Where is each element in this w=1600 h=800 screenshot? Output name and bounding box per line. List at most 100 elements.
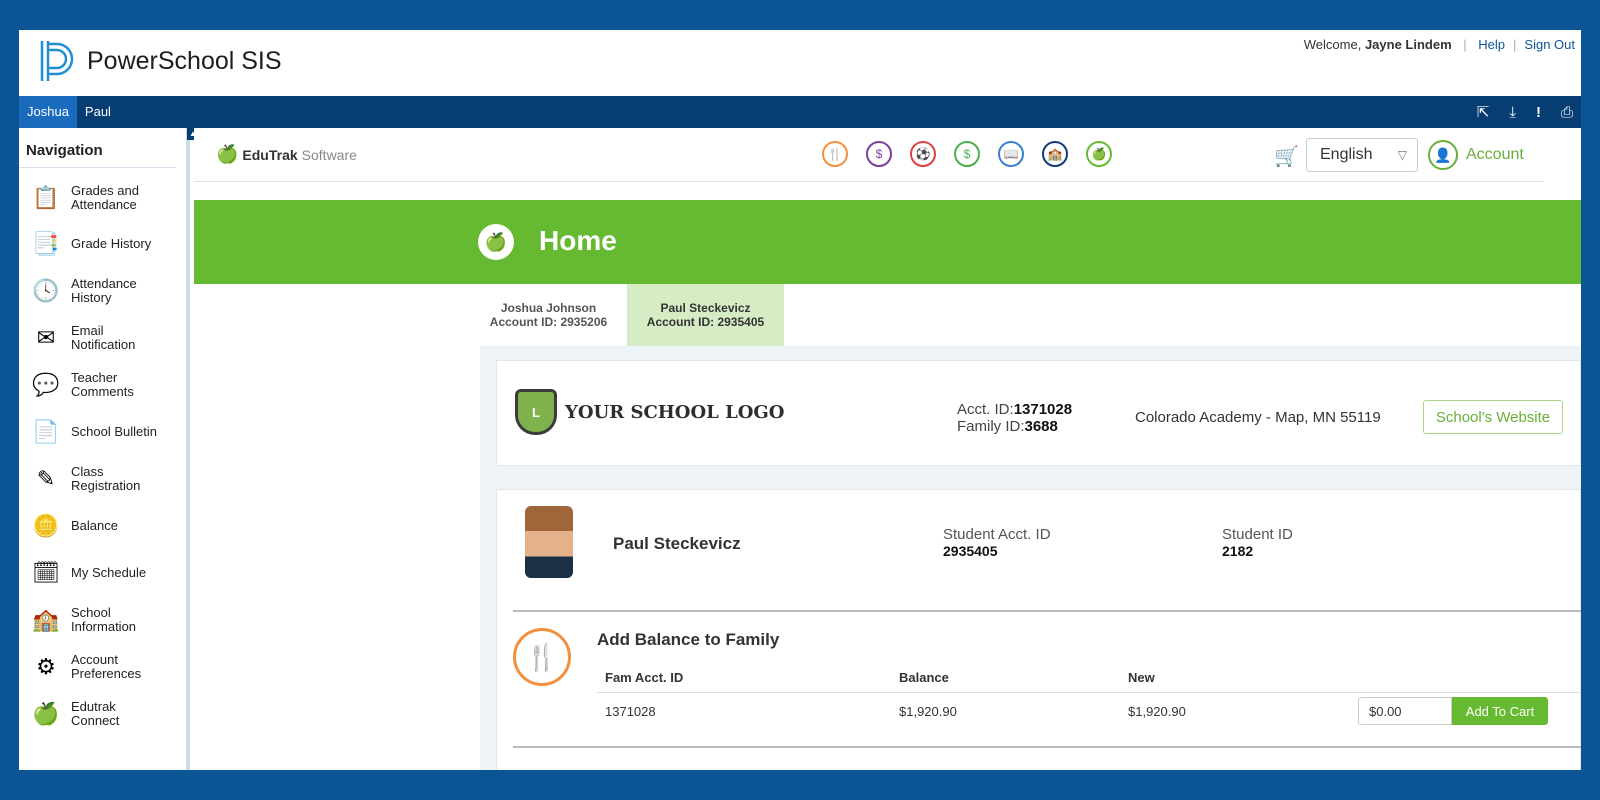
registration-icon: ✎	[36, 466, 56, 491]
school-logo: L YOUR SCHOOL LOGO	[515, 389, 784, 435]
balance-icon: 🪙	[32, 513, 60, 538]
sidebar-item-label: Grades and Attendance	[71, 183, 139, 212]
toolbar-icons: ⇱ ⤓ ! ⎙	[1477, 96, 1573, 128]
sidebar: ▲ Navigation 📋 Grades and Attendance 📑 G…	[19, 128, 199, 770]
bulletin-icon: 📄	[32, 419, 60, 444]
home-banner: 🍏 Home	[194, 200, 1581, 284]
comments-icon: 💬	[32, 372, 60, 397]
sidebar-item-label: Grade History	[71, 236, 152, 251]
chevron-down-icon: ▽	[1397, 148, 1407, 162]
add-to-cart-button[interactable]: Add To Cart	[1452, 697, 1548, 725]
student-id: Student ID 2182	[1222, 526, 1293, 559]
sidebar-item-my-schedule[interactable]: 🗓 My Schedule	[31, 553, 161, 593]
edutrak-apple-icon: 🍏	[478, 224, 514, 260]
sidebar-item-label: Account Preferences	[71, 652, 142, 681]
column-header-new: New	[1128, 670, 1155, 685]
sidebar-item-school-information[interactable]: 🏫 School Information	[31, 600, 161, 640]
sidebar-item-label: Edutrak Connect	[71, 699, 120, 728]
cell-new: $1,920.90	[1128, 704, 1186, 719]
table-divider	[597, 692, 1581, 693]
tab-paul-steckevicz[interactable]: Paul Steckevicz Account ID: 2935405	[627, 284, 784, 346]
sidebar-item-grades-attendance[interactable]: 📋 Grades and Attendance	[31, 178, 161, 218]
school-icon: 🏫	[32, 607, 60, 632]
sidebar-item-label: Teacher Comments	[71, 370, 134, 399]
attendance-history-icon: 🕓	[32, 278, 60, 303]
powerschool-logo-icon	[40, 41, 74, 81]
section-title: Add Balance to Family	[597, 630, 780, 649]
column-header-balance: Balance	[899, 670, 949, 685]
student-acct-id: Student Acct. ID 2935405	[943, 526, 1051, 559]
activities-icon[interactable]: ⚽	[910, 141, 936, 167]
fees-icon[interactable]: $	[866, 141, 892, 167]
edutrak-header: 🍏 EduTrak Software 🍴 $ ⚽ $ 📖 🏫 🍏 🛒 Englis…	[194, 128, 1544, 182]
sidebar-item-label: School Bulletin	[71, 424, 157, 439]
cart-icon[interactable]: 🛒	[1274, 144, 1299, 169]
sign-out-link[interactable]: Sign Out	[1524, 37, 1575, 52]
edutrak-icon: 🍏	[32, 701, 60, 726]
sidebar-item-account-preferences[interactable]: ⚙ Account Preferences	[31, 647, 161, 687]
user-icon: 👤	[1428, 140, 1458, 170]
nav-heading: Navigation	[19, 128, 176, 168]
meals-icon: 🍴	[513, 628, 571, 686]
sidebar-item-school-bulletin[interactable]: 📄 School Bulletin	[31, 412, 161, 452]
sidebar-item-edutrak-connect[interactable]: 🍏 Edutrak Connect	[31, 694, 161, 734]
sidebar-item-teacher-comments[interactable]: 💬 Teacher Comments	[31, 365, 161, 405]
sidebar-item-label: Attendance History	[71, 276, 137, 305]
cell-fam-acct: 1371028	[605, 704, 656, 719]
app-title: PowerSchool SIS	[87, 47, 282, 75]
account-button[interactable]: 👤 Account	[1428, 138, 1524, 172]
edutrak-connect-icon[interactable]: 🍏	[1086, 141, 1112, 167]
student-card: Paul Steckevicz Student Acct. ID 2935405…	[496, 489, 1581, 770]
edutrak-logo-icon: 🍏	[216, 144, 239, 164]
books-icon[interactable]: 📖	[998, 141, 1024, 167]
student-tab-paul[interactable]: Paul	[77, 96, 119, 128]
school-address: Colorado Academy - Map, MN 55119	[1135, 409, 1381, 426]
grades-icon: 📋	[32, 185, 60, 210]
help-link[interactable]: Help	[1478, 37, 1505, 52]
sidebar-item-label: My Schedule	[71, 565, 147, 580]
student-bar: Joshua Paul ⇱ ⤓ ! ⎙	[19, 96, 1581, 128]
sidebar-item-attendance-history[interactable]: 🕓 Attendance History	[31, 271, 161, 311]
school-store-icon[interactable]: 🏫	[1042, 141, 1068, 167]
browser-frame: PowerSchool SIS Welcome, Jayne Lindem | …	[19, 30, 1581, 770]
sidebar-item-label: School Information	[71, 605, 137, 634]
schedule-icon: 🗓	[32, 560, 60, 585]
alert-icon[interactable]: !	[1536, 104, 1541, 121]
school-shield-icon: L	[515, 389, 557, 435]
ps-header: PowerSchool SIS Welcome, Jayne Lindem | …	[19, 30, 1581, 96]
sidebar-item-label: Balance	[71, 518, 118, 533]
account-tabs: Joshua Johnson Account ID: 2935206 Paul …	[470, 284, 784, 346]
divider	[513, 610, 1581, 612]
sidebar-item-grade-history[interactable]: 📑 Grade History	[31, 224, 161, 264]
payments-icon[interactable]: $	[954, 141, 980, 167]
print-icon[interactable]: ⎙	[1561, 104, 1573, 121]
preferences-icon: ⚙	[36, 654, 56, 679]
student-name: Paul Steckevicz	[613, 534, 741, 553]
sidebar-item-class-registration[interactable]: ✎ Class Registration	[31, 459, 161, 499]
edutrak-logo[interactable]: 🍏 EduTrak Software	[216, 144, 357, 165]
top-links: Welcome, Jayne Lindem | Help | Sign Out	[1303, 37, 1575, 52]
divider	[513, 746, 1581, 748]
student-photo	[525, 506, 573, 578]
external-link-icon[interactable]: ⇱	[1477, 103, 1490, 121]
meals-icon[interactable]: 🍴	[822, 141, 848, 167]
sidebar-item-label: Class Registration	[71, 464, 141, 493]
sidebar-item-label: Email Notification	[71, 323, 136, 352]
sidebar-item-balance[interactable]: 🪙 Balance	[31, 506, 161, 546]
page-title: Home	[539, 225, 617, 256]
grade-history-icon: 📑	[32, 231, 60, 256]
welcome-text: Welcome, Jayne Lindem	[1303, 37, 1452, 52]
tab-joshua-johnson[interactable]: Joshua Johnson Account ID: 2935206	[470, 284, 627, 346]
school-website-button[interactable]: School's Website	[1423, 400, 1563, 434]
school-card: L YOUR SCHOOL LOGO Acct. ID:1371028 Fami…	[496, 360, 1581, 466]
sidebar-item-email-notification[interactable]: ✉ Email Notification	[31, 318, 161, 358]
amount-input[interactable]: $0.00	[1358, 697, 1452, 725]
column-header-fam-acct: Fam Acct. ID	[605, 670, 684, 685]
download-icon[interactable]: ⤓	[1509, 104, 1516, 121]
user-name: Jayne Lindem	[1364, 37, 1452, 52]
student-tab-joshua[interactable]: Joshua	[19, 96, 77, 128]
main-content: 🍏 EduTrak Software 🍴 $ ⚽ $ 📖 🏫 🍏 🛒 Englis…	[194, 128, 1581, 770]
account-ids: Acct. ID:1371028 Family ID:3688	[957, 401, 1073, 435]
language-select[interactable]: English ▽	[1306, 138, 1418, 172]
cell-balance: $1,920.90	[899, 704, 957, 719]
